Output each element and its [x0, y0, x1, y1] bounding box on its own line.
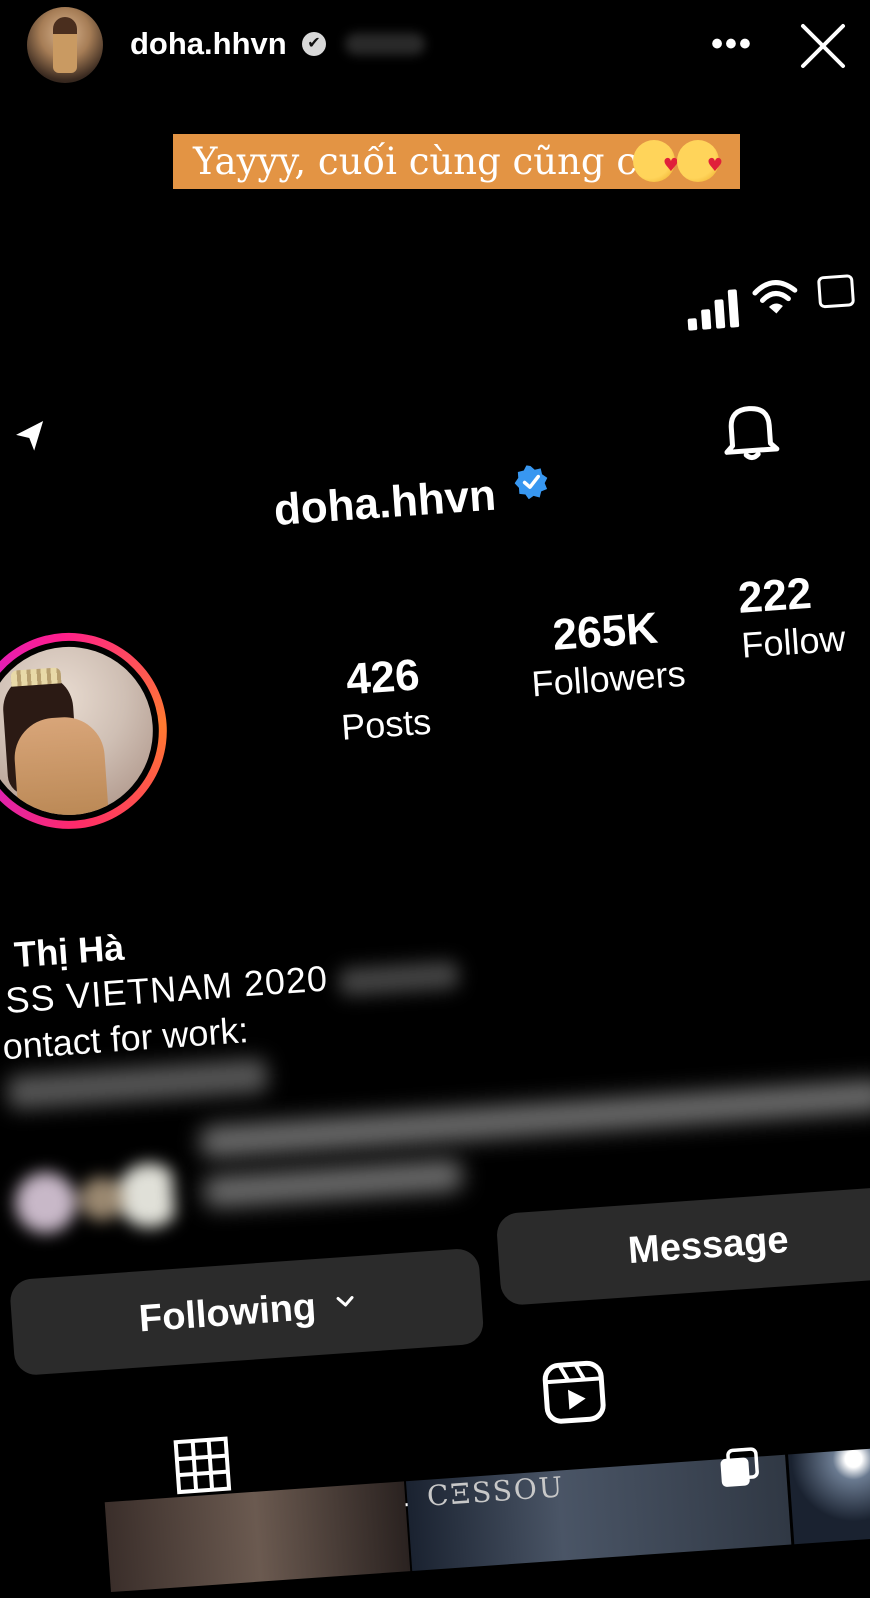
verified-icon — [514, 465, 548, 500]
bell-icon[interactable] — [715, 394, 785, 464]
stat-followers[interactable]: 265K Followers — [514, 601, 700, 707]
following-button[interactable]: Following — [8, 1247, 485, 1377]
battery-icon — [816, 274, 856, 309]
bio-blurred-text — [338, 960, 460, 997]
chevron-down-icon — [336, 1296, 354, 1307]
profile-screenshot: 9 doha.hhvn 426 Posts 265K Followers — [0, 0, 870, 1593]
posts-label: Posts — [339, 700, 433, 748]
following-count: 222 — [736, 568, 814, 623]
reels-icon[interactable] — [541, 1359, 607, 1425]
stat-following[interactable]: 222 Follow — [736, 561, 870, 667]
followed-by-avatars-blurred — [11, 1158, 176, 1240]
location-arrow-icon — [16, 420, 44, 451]
bio-email-blurred — [6, 1057, 269, 1110]
following-button-label: Following — [137, 1286, 318, 1341]
thumbnail-caption: CΞSSOU — [425, 1470, 566, 1513]
profile-avatar[interactable] — [0, 626, 174, 836]
message-button[interactable]: Message — [495, 1185, 870, 1307]
followed-by-text-blurred — [198, 1078, 870, 1159]
post-thumbnail[interactable] — [104, 1481, 411, 1593]
avatar-photo — [0, 641, 159, 821]
post-thumbnail[interactable] — [788, 1445, 870, 1545]
grid-icon[interactable] — [172, 1435, 232, 1495]
posts-count: 426 — [344, 650, 422, 705]
bio-name: Thị Hà — [12, 926, 126, 976]
profile-username: doha.hhvn — [272, 470, 498, 535]
message-button-label: Message — [626, 1219, 790, 1273]
stat-posts[interactable]: 426 Posts — [326, 649, 442, 750]
wifi-icon — [752, 280, 798, 314]
signal-icon — [687, 289, 740, 331]
followed-by-others-blurred — [202, 1158, 464, 1209]
multi-post-icon — [720, 1447, 759, 1487]
